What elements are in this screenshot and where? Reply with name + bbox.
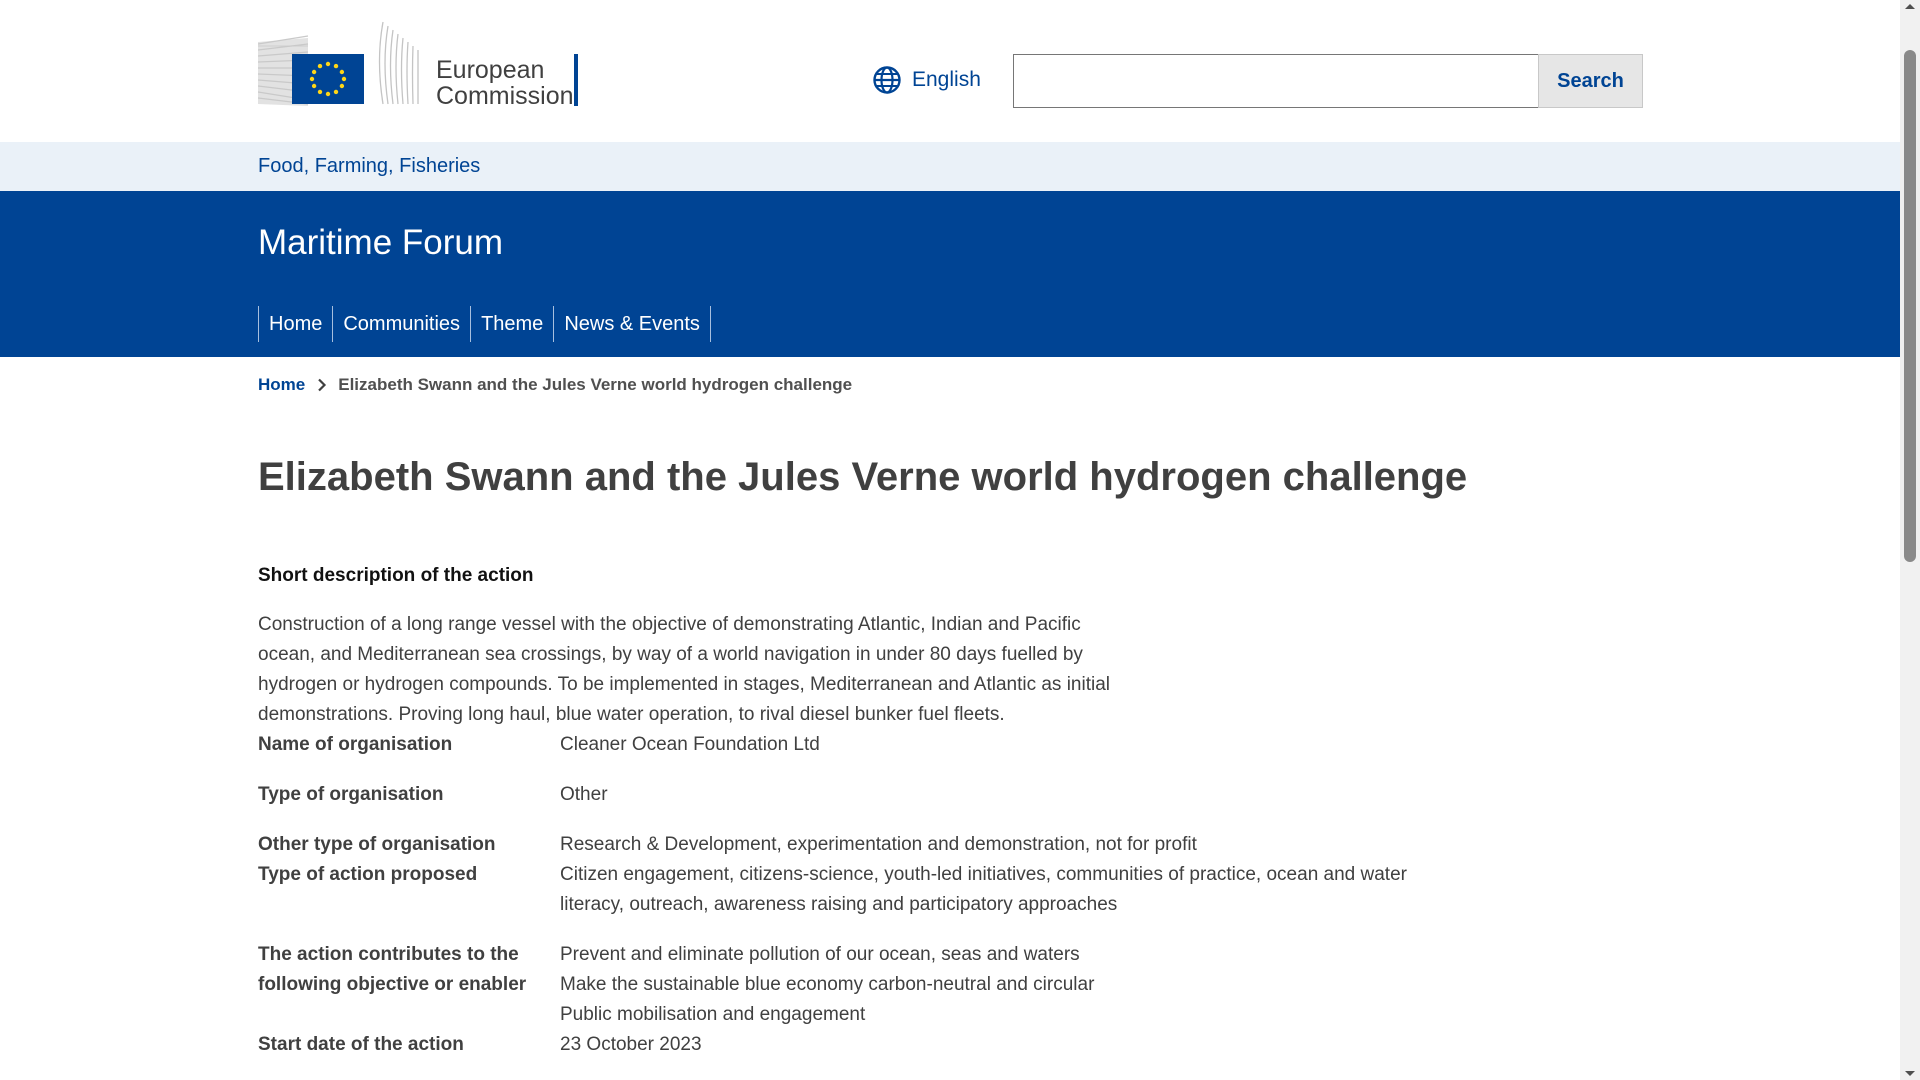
search-form: Search <box>1013 54 1643 108</box>
detail-value-line: Cleaner Ocean Foundation Ltd <box>560 734 820 755</box>
search-button[interactable]: Search <box>1538 54 1643 108</box>
detail-label-other-type-of-organisation: Other type of organisation <box>258 834 496 855</box>
breadcrumb-current: Elizabeth Swann and the Jules Verne worl… <box>338 375 853 394</box>
logo-text-line1: European <box>436 56 545 84</box>
nav-item-theme[interactable]: Theme <box>471 306 555 342</box>
page-title: Elizabeth Swann and the Jules Verne worl… <box>258 455 1468 499</box>
detail-value-line: Other <box>560 784 608 805</box>
detail-label-type-of-action-proposed: Type of action proposed <box>258 864 478 885</box>
site-name-bar: Food, Farming, Fisheries <box>0 142 1900 191</box>
detail-value-line: Public mobilisation and engagement <box>560 1004 866 1025</box>
main-navigation: Home Communities Theme News & Events <box>258 306 711 342</box>
detail-label-name-of-organisation: Name of organisation <box>258 734 453 755</box>
language-selector[interactable]: English <box>872 64 981 96</box>
breadcrumb: Home Elizabeth Swann and the Jules Verne… <box>258 375 852 395</box>
site-header: European Commission English Search <box>0 0 1900 142</box>
breadcrumb-home-link[interactable]: Home <box>258 375 305 395</box>
logo-text: European Commission <box>436 57 574 109</box>
detail-value-line: Prevent and eliminate pollution of our o… <box>560 944 1080 965</box>
scrollbar-thumb[interactable] <box>1904 50 1916 562</box>
search-input[interactable] <box>1013 54 1538 108</box>
nav-item-home[interactable]: Home <box>259 306 334 342</box>
short-description-heading: Short description of the action <box>258 565 534 586</box>
detail-value-name-of-organisation: Cleaner Ocean Foundation Ltd <box>560 730 1420 760</box>
language-label: English <box>912 68 981 91</box>
european-commission-logo[interactable]: European Commission <box>258 20 588 112</box>
scroll-up-arrow-icon[interactable] <box>1905 4 1915 9</box>
detail-value-line: Make the sustainable blue economy carbon… <box>560 974 1095 995</box>
scroll-down-arrow-icon[interactable] <box>1905 1071 1915 1076</box>
page-banner: Maritime Forum Home Communities Theme Ne… <box>0 191 1900 357</box>
chevron-right-icon <box>318 378 327 392</box>
globe-icon <box>873 66 901 94</box>
detail-label-type-of-organisation: Type of organisation <box>258 784 444 805</box>
vertical-scrollbar[interactable] <box>1900 0 1920 1080</box>
detail-value-type-of-organisation: Other <box>560 780 1420 810</box>
detail-value-objective-or-enabler: Prevent and eliminate pollution of our o… <box>560 940 1420 1030</box>
page: European Commission English Search Food,… <box>0 0 1900 1080</box>
logo-text-line2: Commission <box>436 82 574 110</box>
detail-value-line: Citizen engagement, citizens-science, yo… <box>560 864 1407 915</box>
detail-value-start-date: 23 October 2023 <box>560 1030 1420 1060</box>
logo-divider <box>574 54 578 106</box>
site-title: Maritime Forum <box>258 223 504 262</box>
site-name-link[interactable]: Food, Farming, Fisheries <box>258 155 480 178</box>
nav-item-news-events[interactable]: News & Events <box>554 306 711 342</box>
nav-item-communities[interactable]: Communities <box>333 306 472 342</box>
detail-label-start-date: Start date of the action <box>258 1034 464 1055</box>
detail-label-objective-or-enabler: The action contributes to the following … <box>258 944 527 995</box>
short-description-text: Construction of a long range vessel with… <box>258 614 1111 725</box>
detail-value-line: Research & Development, experimentation … <box>560 834 1197 855</box>
detail-value-type-of-action-proposed: Citizen engagement, citizens-science, yo… <box>560 860 1420 920</box>
eu-flag-icon <box>258 21 419 106</box>
detail-value-other-type-of-organisation: Research & Development, experimentation … <box>560 830 1420 860</box>
detail-value-line: 23 October 2023 <box>560 1034 702 1055</box>
